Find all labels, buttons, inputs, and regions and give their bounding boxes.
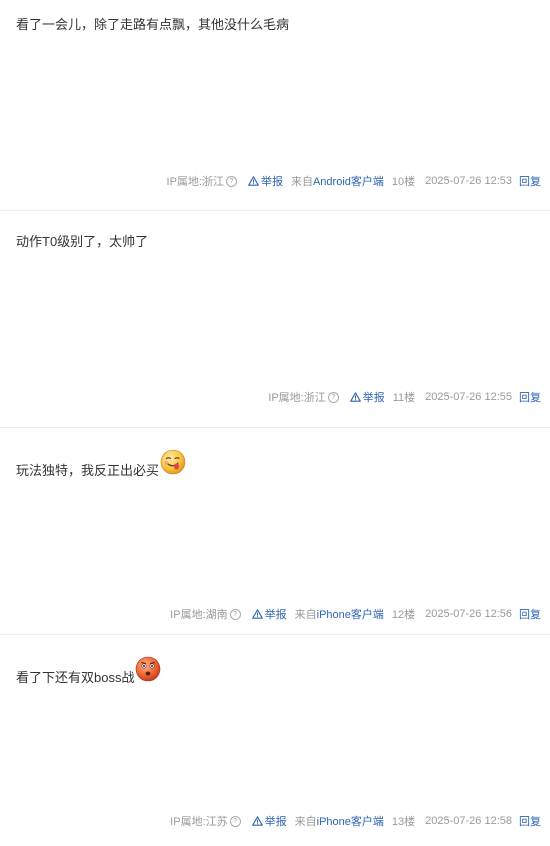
post-text: 看了下还有双boss战 <box>16 669 135 685</box>
post-time: 2025-07-26 12:56 <box>425 608 512 620</box>
post-time: 2025-07-26 12:53 <box>425 175 512 187</box>
report-label: 举报 <box>362 392 385 404</box>
divider <box>0 210 550 211</box>
post-text: 动作T0级别了，太帅了 <box>16 233 149 249</box>
client-source: 来自 Android客户端 <box>291 173 384 189</box>
warning-icon <box>251 816 263 826</box>
floor-number: 10楼 <box>391 176 416 188</box>
post-floor-11: 动作T0级别了，太帅了 IP属地:浙江 ? 举报 11楼 2025-07-26 … <box>0 225 550 415</box>
client-source: 来自 iPhone客户端 <box>295 606 384 622</box>
client-source: 来自 iPhone客户端 <box>295 813 384 829</box>
client-prefix: 来自 <box>290 176 313 188</box>
client-prefix: 来自 <box>294 816 317 828</box>
post-meta: IP属地:湖南 ? 举报 来自 iPhone客户端 12楼 2025-07-26 … <box>170 604 541 624</box>
post-time: 2025-07-26 12:55 <box>425 391 512 403</box>
divider <box>0 634 550 635</box>
reply-button[interactable]: 回复 <box>519 173 541 189</box>
ip-location: IP属地:浙江 <box>166 176 224 188</box>
report-link[interactable]: 举报 <box>251 606 287 622</box>
post-text: 看了一会儿，除了走路有点飘，其他没什么毛病 <box>16 16 290 32</box>
post-floor-10: 看了一会儿，除了走路有点飘，其他没什么毛病 IP属地:浙江 ? 举报 来自 And… <box>0 8 550 198</box>
help-icon[interactable]: ? <box>225 175 237 187</box>
report-label: 举报 <box>264 609 287 621</box>
post-content: 玩法独特，我反正出必买 <box>16 449 186 484</box>
post-content: 看了一会儿，除了走路有点飘，其他没什么毛病 <box>16 8 289 38</box>
tongue-out-emoji-icon <box>160 449 186 475</box>
post-content: 动作T0级别了，太帅了 <box>16 225 148 255</box>
warning-icon <box>251 609 263 619</box>
floor-number: 12楼 <box>391 609 416 621</box>
ip-location: IP属地:湖南 <box>170 609 228 621</box>
post-time: 2025-07-26 12:58 <box>425 815 512 827</box>
client-name[interactable]: iPhone客户端 <box>317 606 384 622</box>
client-name[interactable]: iPhone客户端 <box>317 813 384 829</box>
post-content: 看了下还有双boss战 <box>16 656 161 691</box>
post-meta: IP属地:浙江 ? 举报 11楼 2025-07-26 12:55 回复 <box>268 387 541 407</box>
ip-location: IP属地:江苏 <box>170 816 228 828</box>
help-icon[interactable]: ? <box>229 608 241 620</box>
post-floor-13: 看了下还有双boss战 IP属地:江苏 ? 举报 来自 iPhone客户端 13… <box>0 656 550 836</box>
report-link[interactable]: 举报 <box>349 389 385 405</box>
client-prefix: 来自 <box>294 609 317 621</box>
surprised-emoji-icon <box>136 656 161 682</box>
ip-location: IP属地:浙江 <box>268 392 326 404</box>
report-link[interactable]: 举报 <box>251 813 287 829</box>
client-name[interactable]: Android客户端 <box>313 173 384 189</box>
floor-number: 13楼 <box>391 816 416 828</box>
reply-button[interactable]: 回复 <box>519 813 541 829</box>
warning-icon <box>248 176 259 186</box>
report-label: 举报 <box>260 176 283 188</box>
post-text: 玩法独特，我反正出必买 <box>16 462 160 478</box>
post-floor-12: 玩法独特，我反正出必买 IP属地:湖南 ? 举报 来自 iPhone客户端 12… <box>0 449 550 624</box>
floor-number: 11楼 <box>392 392 416 404</box>
help-icon[interactable]: ? <box>327 391 339 403</box>
report-label: 举报 <box>264 816 287 828</box>
report-link[interactable]: 举报 <box>248 173 283 189</box>
reply-button[interactable]: 回复 <box>519 606 541 622</box>
warning-icon <box>349 392 361 402</box>
help-icon[interactable]: ? <box>229 815 241 827</box>
reply-button[interactable]: 回复 <box>519 389 541 405</box>
post-meta: IP属地:江苏 ? 举报 来自 iPhone客户端 13楼 2025-07-26 … <box>170 811 541 831</box>
post-meta: IP属地:浙江 ? 举报 来自 Android客户端 10楼 2025-07-26… <box>167 171 541 191</box>
divider <box>0 427 550 428</box>
